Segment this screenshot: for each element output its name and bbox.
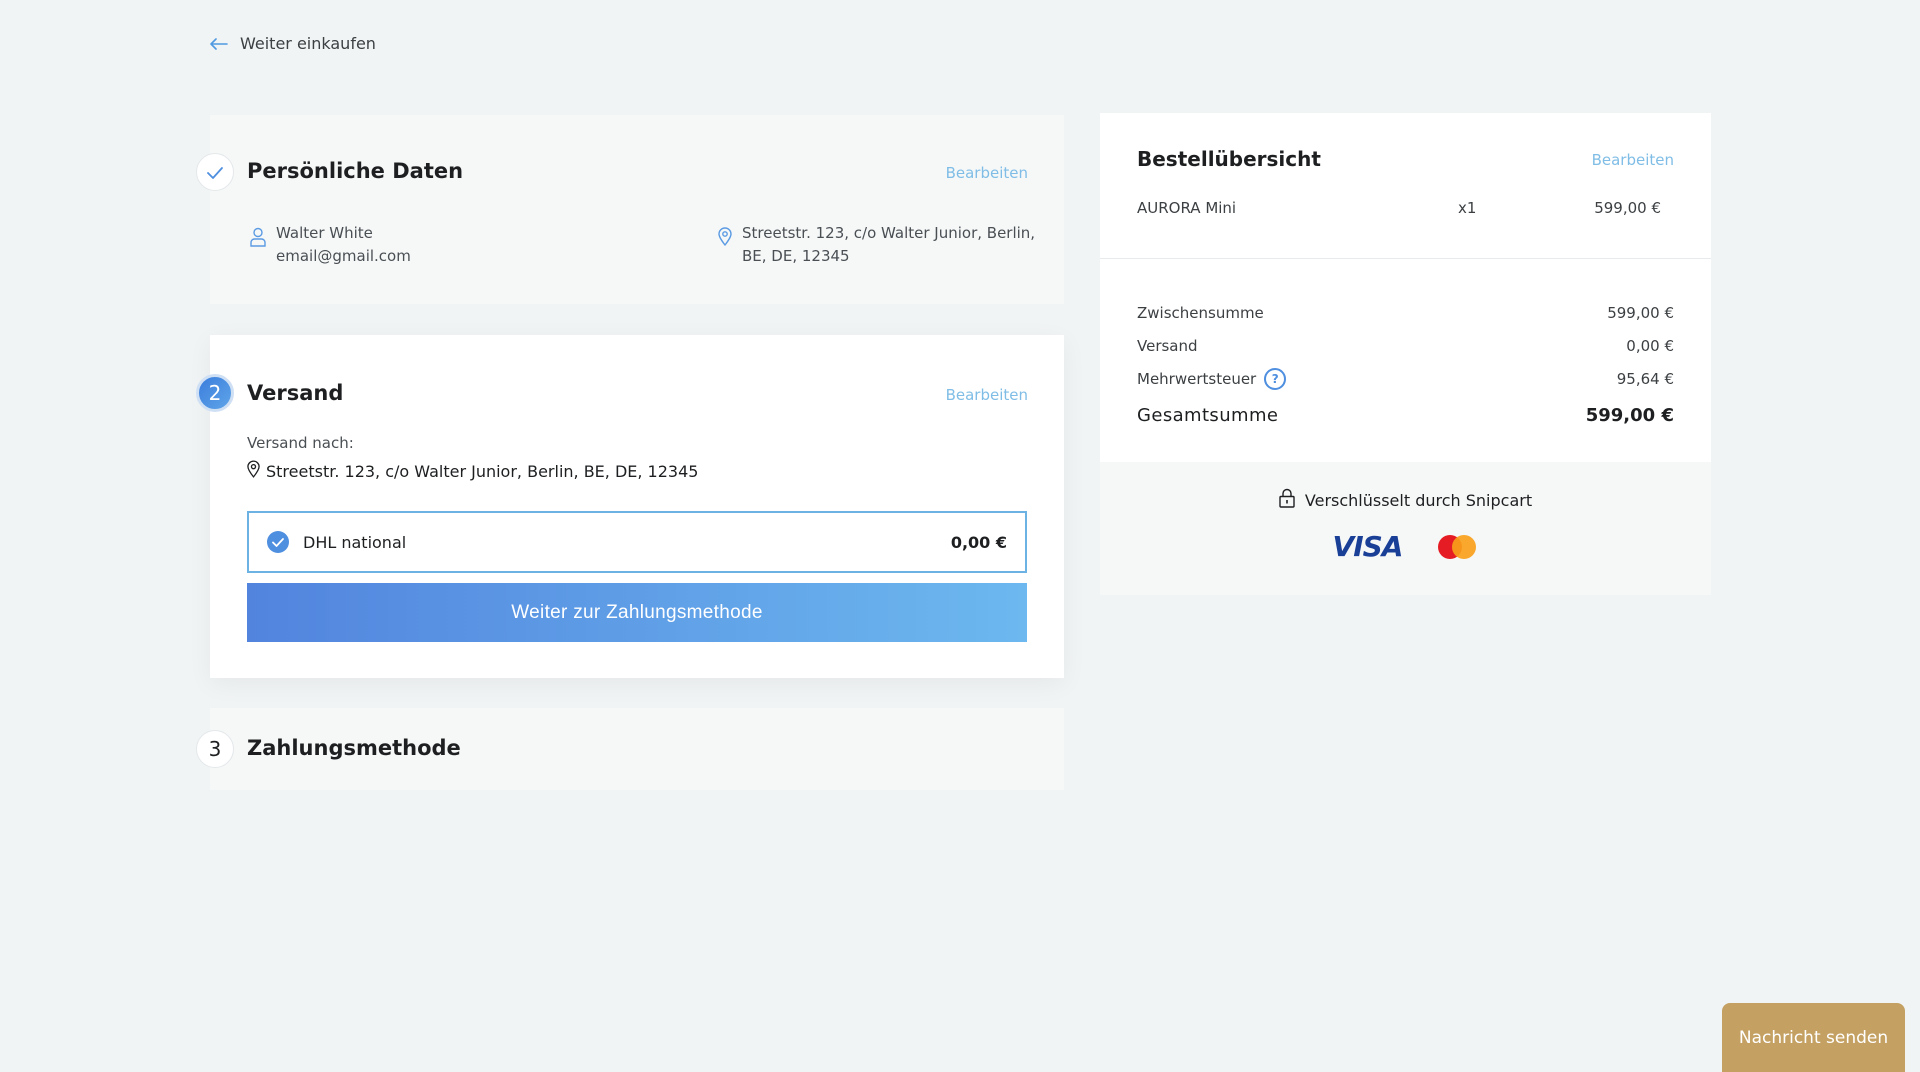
subtotal-label: Zwischensumme <box>1137 303 1264 322</box>
mastercard-logo <box>1438 534 1478 560</box>
order-summary-edit-link[interactable]: Bearbeiten <box>1592 151 1674 169</box>
personal-data-edit-link[interactable]: Bearbeiten <box>946 164 1028 182</box>
address-line-1: Streetstr. 123, c/o Walter Junior, Berli… <box>742 224 1036 242</box>
ship-to-label: Versand nach: <box>247 434 354 452</box>
customer-address-info: Streetstr. 123, c/o Walter Junior, Berli… <box>718 222 1035 268</box>
shipping-cost-label: Versand <box>1137 336 1198 355</box>
continue-shopping-link[interactable]: Weiter einkaufen <box>210 34 376 53</box>
shipping-method-option[interactable]: DHL national 0,00 € <box>247 511 1027 573</box>
send-message-button[interactable]: Nachricht senden <box>1722 1003 1905 1072</box>
shipping-cost-row: Versand 0,00 € <box>1137 329 1674 362</box>
arrow-left-icon <box>210 37 228 50</box>
continue-shopping-label: Weiter einkaufen <box>240 34 376 53</box>
tax-value: 95,64 € <box>1616 369 1674 388</box>
customer-email: email@gmail.com <box>276 247 411 265</box>
shipping-title: Versand <box>247 381 344 405</box>
location-pin-icon <box>718 222 732 268</box>
personal-data-title: Persönliche Daten <box>247 159 464 183</box>
secure-payment-box: Verschlüsselt durch Snipcart VISA <box>1100 462 1711 595</box>
shipping-section: 2 Versand Bearbeiten Versand nach: Stree… <box>196 335 1064 678</box>
customer-contact-info: Walter White email@gmail.com <box>250 222 411 268</box>
order-summary: Bestellübersicht Bearbeiten AURORA Mini … <box>1100 113 1711 595</box>
tax-label-group: Mehrwertsteuer ? <box>1137 367 1287 390</box>
lock-icon <box>1279 488 1295 512</box>
personal-data-section: Persönliche Daten Bearbeiten Walter Whit… <box>196 115 1064 304</box>
subtotal-row: Zwischensumme 599,00 € <box>1137 296 1674 329</box>
address-line-2: BE, DE, 12345 <box>742 247 850 265</box>
customer-name: Walter White <box>276 224 373 242</box>
cart-item-row: AURORA Mini x1 599,00 € <box>1137 199 1661 221</box>
location-pin-icon <box>247 460 260 482</box>
cart-item-qty: x1 <box>1458 199 1477 217</box>
ship-to-address-line: Streetstr. 123, c/o Walter Junior, Berli… <box>247 460 698 482</box>
user-icon <box>250 222 266 268</box>
continue-to-payment-button[interactable]: Weiter zur Zahlungsmethode <box>247 583 1027 642</box>
order-summary-title: Bestellübersicht <box>1137 147 1321 171</box>
step-number-2: 2 <box>196 374 234 412</box>
visa-logo: VISA <box>1332 530 1404 563</box>
check-circle-icon <box>267 531 289 553</box>
grand-total-label: Gesamtsumme <box>1137 404 1279 426</box>
payment-section: 3 Zahlungsmethode <box>196 708 1064 790</box>
tax-row: Mehrwertsteuer ? 95,64 € <box>1137 362 1674 395</box>
step-number-3: 3 <box>196 730 234 768</box>
grand-total-row: Gesamtsumme 599,00 € <box>1137 395 1674 435</box>
secure-payment-label: Verschlüsselt durch Snipcart <box>1304 490 1533 510</box>
shipping-edit-link[interactable]: Bearbeiten <box>946 386 1028 404</box>
step-complete-indicator <box>196 153 234 191</box>
shipping-cost-value: 0,00 € <box>1626 336 1674 355</box>
accepted-cards: VISA <box>1100 530 1711 563</box>
shipping-method-price: 0,00 € <box>950 532 1007 552</box>
payment-title: Zahlungsmethode <box>247 736 461 760</box>
totals-block: Zwischensumme 599,00 € Versand 0,00 € Me… <box>1137 296 1674 435</box>
summary-divider <box>1100 258 1711 259</box>
grand-total-value: 599,00 € <box>1585 404 1674 426</box>
subtotal-value: 599,00 € <box>1607 303 1674 322</box>
shipping-method-name: DHL national <box>303 532 407 552</box>
checkmark-icon <box>207 160 223 184</box>
help-icon[interactable]: ? <box>1264 367 1287 390</box>
cart-item-name: AURORA Mini <box>1137 199 1237 217</box>
cart-item-price: 599,00 € <box>1594 199 1661 217</box>
secure-payment-line: Verschlüsselt durch Snipcart <box>1100 488 1711 512</box>
ship-to-address: Streetstr. 123, c/o Walter Junior, Berli… <box>266 461 699 481</box>
tax-label: Mehrwertsteuer <box>1137 369 1257 388</box>
